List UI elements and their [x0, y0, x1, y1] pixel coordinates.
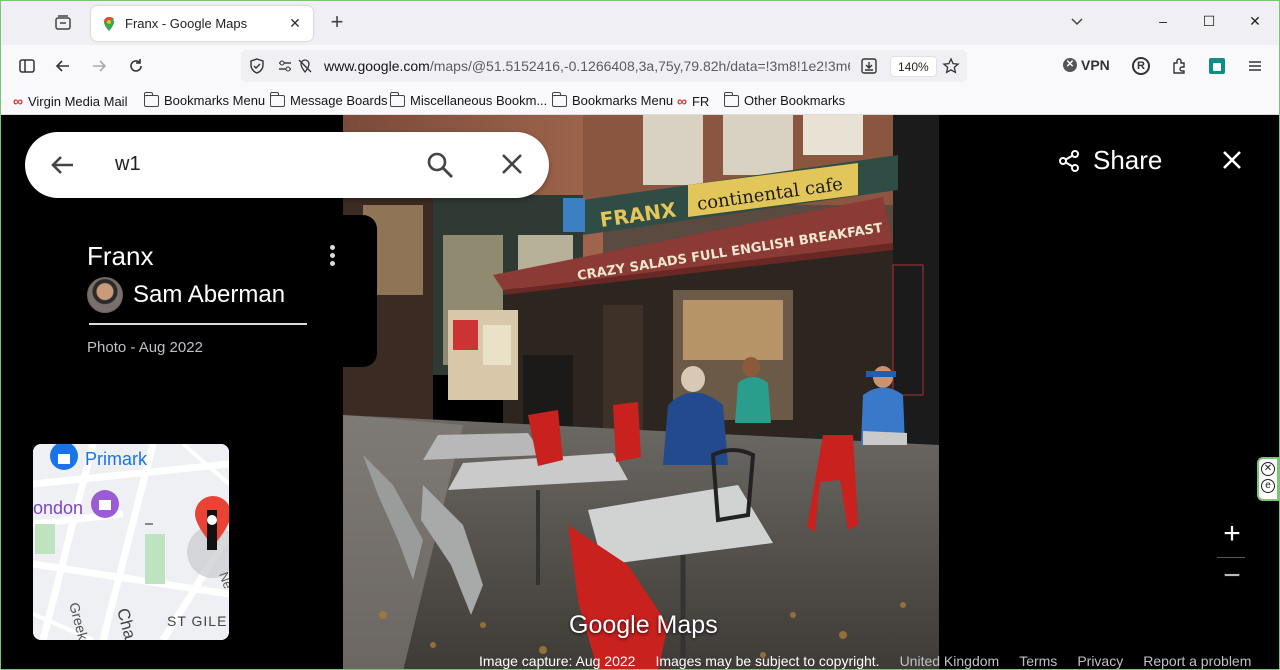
- search-box[interactable]: w1: [25, 132, 549, 198]
- browser-window: Franx - Google Maps ✕ + – ☐ ✕ www.google…: [0, 0, 1280, 670]
- bookmark-label: Other Bookmarks: [744, 93, 846, 108]
- extension-app-icon[interactable]: [1205, 54, 1229, 78]
- street-view-photo[interactable]: continental cafe FRANX CRAZY SALADS FULL…: [343, 115, 939, 669]
- share-icon: [1059, 149, 1079, 172]
- author-underline: [89, 323, 307, 325]
- minimap-primark-label: Primark: [85, 449, 148, 469]
- more-options-icon[interactable]: [327, 243, 337, 269]
- share-button[interactable]: Share: [1057, 145, 1162, 176]
- share-label: Share: [1093, 145, 1163, 175]
- tab-close-icon[interactable]: ✕: [287, 15, 303, 32]
- author-name[interactable]: Sam Aberman: [133, 281, 285, 309]
- folder-icon: [269, 91, 285, 107]
- folder-icon: [389, 91, 405, 107]
- folder-icon: [551, 91, 567, 107]
- url-text[interactable]: www.google.com/maps/@51.5152416,-0.12664…: [324, 58, 850, 74]
- footer-link-privacy[interactable]: Privacy: [1077, 653, 1123, 669]
- folder-icon: [723, 91, 739, 107]
- vpn-off-icon: ✕: [1063, 58, 1077, 72]
- menu-hamburger-icon[interactable]: [1243, 54, 1267, 78]
- bookmark-label: Virgin Media Mail: [27, 93, 128, 109]
- minimap-stgiles-label: ST GILE: [167, 613, 227, 629]
- vpn-button[interactable]: ✕ VPN: [1063, 57, 1110, 73]
- footer-link-report[interactable]: Report a problem: [1143, 653, 1251, 669]
- mini-map-drawing: Primark ondon Ne ST GILE Greek Cha: [33, 444, 229, 640]
- extension-side-widget[interactable]: ✕ e: [1257, 457, 1279, 501]
- photo-author[interactable]: Sam Aberman: [87, 277, 285, 313]
- minimize-button[interactable]: –: [1155, 13, 1171, 33]
- e-icon[interactable]: e: [1261, 479, 1275, 493]
- bookmark-bookmarks-menu[interactable]: Bookmarks Menu: [143, 91, 266, 108]
- bookmark-label: Bookmarks Menu: [572, 93, 674, 108]
- forward-arrow-icon[interactable]: [87, 54, 111, 78]
- clear-search-icon[interactable]: [499, 151, 525, 177]
- address-bar[interactable]: www.google.com/maps/@51.5152416,-0.12664…: [241, 50, 967, 82]
- loop-icon: ∞: [13, 93, 23, 109]
- vpn-label: VPN: [1081, 57, 1110, 73]
- tab-franx[interactable]: Franx - Google Maps ✕: [91, 6, 313, 41]
- shield-icon[interactable]: [247, 56, 267, 76]
- avatar[interactable]: [87, 277, 123, 313]
- tab-list-icon[interactable]: [51, 11, 75, 35]
- bookmark-label: Message Boards: [290, 93, 388, 108]
- navigation-toolbar: www.google.com/maps/@51.5152416,-0.12664…: [1, 45, 1279, 87]
- google-maps-favicon-icon: [104, 16, 114, 31]
- window-close-button[interactable]: ✕: [1247, 13, 1263, 33]
- star-icon[interactable]: [941, 56, 961, 76]
- url-host: www.google.com: [324, 58, 430, 74]
- search-query[interactable]: w1: [115, 153, 141, 176]
- sidebar-toggle-icon[interactable]: [15, 54, 39, 78]
- profile-initial: R: [1132, 57, 1150, 75]
- maps-footer: Image capture: Aug 2022 Images may be su…: [479, 651, 1279, 669]
- url-path: /maps/@51.5152416,-0.1266408,3a,75y,79.8…: [429, 58, 850, 74]
- permissions-icon[interactable]: [275, 56, 295, 76]
- back-arrow-icon[interactable]: [49, 151, 77, 179]
- footer-link-terms[interactable]: Terms: [1019, 653, 1057, 669]
- close-icon[interactable]: [1221, 149, 1243, 171]
- minimap-london-label: ondon: [33, 498, 83, 518]
- mini-map[interactable]: Primark ondon Ne ST GILE Greek Cha: [33, 444, 229, 640]
- reload-icon[interactable]: [124, 54, 148, 78]
- extensions-icon[interactable]: [1167, 54, 1191, 78]
- google-maps-logo: Google Maps: [569, 611, 718, 639]
- tab-strip: Franx - Google Maps ✕ + – ☐ ✕: [1, 1, 1279, 45]
- zoom-out-button[interactable]: −: [1219, 561, 1245, 591]
- bookmark-bookmarks-menu-2[interactable]: Bookmarks Menu: [551, 91, 674, 108]
- bookmark-miscellaneous[interactable]: Miscellaneous Bookm...: [389, 91, 548, 108]
- chevron-down-icon[interactable]: [1069, 13, 1087, 33]
- zoom-in-button[interactable]: +: [1219, 519, 1245, 549]
- bookmark-label: FR: [691, 93, 710, 109]
- search-icon[interactable]: [425, 150, 455, 180]
- bookmarks-toolbar: ∞ Virgin Media Mail Bookmarks Menu Messag…: [1, 87, 1279, 115]
- bookmark-label: Miscellaneous Bookm...: [410, 93, 548, 108]
- tab-title: Franx - Google Maps: [125, 16, 248, 31]
- maps-content: continental cafe FRANX CRAZY SALADS FULL…: [1, 115, 1279, 669]
- bookmark-label: Bookmarks Menu: [164, 93, 266, 108]
- folder-icon: [143, 91, 159, 107]
- bookmark-message-boards[interactable]: Message Boards: [269, 91, 388, 108]
- close-icon[interactable]: ✕: [1261, 462, 1275, 476]
- image-capture-date: Image capture: Aug 2022: [479, 653, 636, 669]
- download-icon[interactable]: [859, 56, 879, 76]
- profile-avatar[interactable]: R: [1129, 54, 1153, 78]
- cafe-street-scene: continental cafe FRANX CRAZY SALADS FULL…: [343, 115, 939, 669]
- photo-date: Photo - Aug 2022: [87, 339, 203, 356]
- place-title: Franx: [87, 241, 154, 271]
- back-arrow-icon[interactable]: [51, 54, 75, 78]
- footer-link-country[interactable]: United Kingdom: [900, 653, 1000, 669]
- bookmark-other-bookmarks[interactable]: Other Bookmarks: [723, 91, 846, 108]
- copyright-notice: Images may be subject to copyright.: [655, 653, 880, 669]
- location-blocked-icon[interactable]: [295, 56, 315, 76]
- bookmark-fr[interactable]: ∞ FR: [677, 93, 709, 109]
- zoom-level-indicator[interactable]: 140%: [890, 56, 937, 77]
- zoom-divider: [1217, 557, 1245, 558]
- bookmark-virgin-media-mail[interactable]: ∞ Virgin Media Mail: [13, 93, 127, 109]
- maximize-button[interactable]: ☐: [1201, 13, 1217, 33]
- loop-icon: ∞: [677, 93, 687, 109]
- new-tab-button[interactable]: +: [327, 11, 347, 35]
